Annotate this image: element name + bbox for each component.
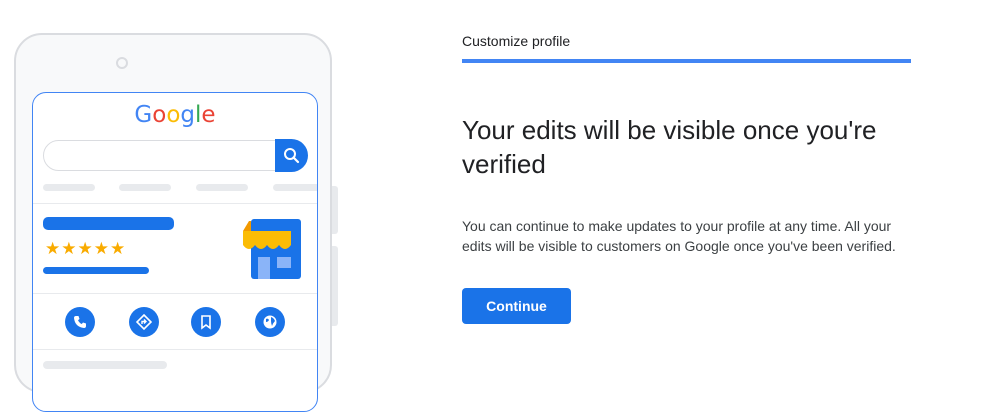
phone-screen: Google ★★★★★ (32, 92, 318, 412)
divider (33, 203, 317, 204)
placeholder-pill (196, 184, 248, 191)
phone-camera-icon (116, 57, 128, 69)
placeholder-pill (119, 184, 171, 191)
bookmark-icon (191, 307, 221, 337)
placeholder-bar (43, 361, 167, 369)
placeholder-pill (273, 184, 317, 191)
search-bar-illustration (43, 140, 307, 171)
step-title: Customize profile (462, 33, 571, 49)
description-text: You can continue to make updates to your… (462, 218, 896, 254)
business-name-bar (43, 217, 174, 230)
phone-icon (65, 307, 95, 337)
phone-illustration: Google ★★★★★ (14, 33, 332, 412)
directions-icon (129, 307, 159, 337)
globe-icon (255, 307, 285, 337)
placeholder-pill (43, 184, 95, 191)
continue-button[interactable]: Continue (462, 288, 571, 324)
google-logo: Google (134, 102, 216, 128)
page-heading: Your edits will be visible once you're v… (462, 115, 877, 179)
divider (33, 293, 317, 294)
business-info-bar (43, 267, 149, 274)
rating-stars: ★★★★★ (45, 239, 127, 259)
divider (33, 349, 317, 350)
search-icon (275, 139, 308, 172)
phone-side-button (332, 246, 338, 326)
phone-side-button (332, 186, 338, 234)
storefront-icon (243, 219, 301, 279)
progress-bar (462, 59, 911, 63)
